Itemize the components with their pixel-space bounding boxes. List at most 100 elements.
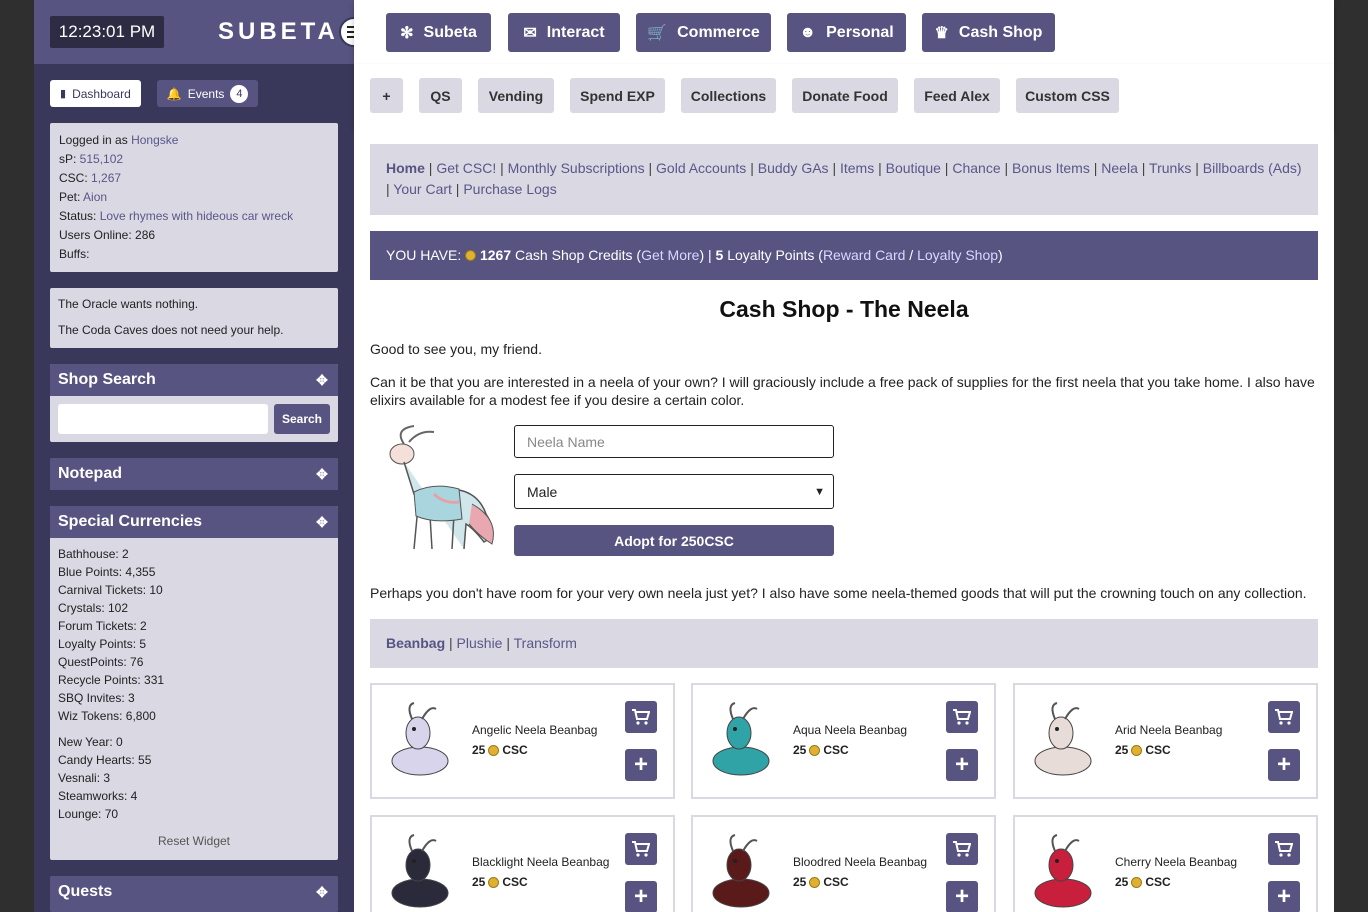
- breadcrumb-link[interactable]: Your Cart: [393, 181, 452, 197]
- product-name: Angelic Neela Beanbag: [472, 723, 598, 737]
- quick-links-bar: + QS Vending Spend EXP Collections Donat…: [354, 64, 1334, 128]
- adopt-button[interactable]: Adopt for 250CSC: [514, 525, 834, 556]
- event-currency-item: Steamworks: 4: [58, 789, 138, 803]
- add-to-wishlist-button[interactable]: +: [946, 749, 978, 781]
- product-card: Arid Neela Beanbag 25 CSC +: [1013, 683, 1318, 799]
- shop-search-header[interactable]: Shop Search ✥: [50, 364, 338, 396]
- add-to-cart-button[interactable]: [1268, 833, 1300, 865]
- site-logo[interactable]: SUBETA: [218, 16, 339, 48]
- csc-value[interactable]: 1,267: [91, 171, 121, 185]
- quicklink-qs[interactable]: QS: [419, 78, 462, 113]
- coin-icon: [488, 744, 500, 756]
- product-card: Aqua Neela Beanbag 25 CSC +: [691, 683, 996, 799]
- notices-panel: The Oracle wants nothing. The Coda Caves…: [50, 288, 338, 348]
- nav-subeta[interactable]: ✻ Subeta: [386, 13, 491, 52]
- add-to-cart-button[interactable]: [946, 833, 978, 865]
- notepad-header[interactable]: Notepad ✥: [50, 458, 338, 490]
- quicklink-donate-food[interactable]: Donate Food: [792, 78, 898, 113]
- add-to-cart-button[interactable]: [625, 701, 657, 733]
- chat-icon: ✉: [523, 24, 537, 42]
- breadcrumb-link[interactable]: Monthly Subscriptions: [508, 160, 645, 176]
- add-to-wishlist-button[interactable]: +: [625, 749, 657, 781]
- plus-icon: +: [954, 883, 969, 910]
- breadcrumb-link[interactable]: Get CSC!: [436, 160, 496, 176]
- shop-search-input[interactable]: [58, 404, 268, 434]
- move-icon[interactable]: ✥: [314, 372, 330, 388]
- breadcrumb-link[interactable]: Items: [840, 160, 874, 176]
- tab-beanbag[interactable]: Beanbag: [386, 635, 445, 651]
- breadcrumb-link[interactable]: Bonus Items: [1012, 160, 1090, 176]
- reset-widget-link[interactable]: Reset Widget: [50, 834, 338, 848]
- breadcrumb-link[interactable]: Neela: [1101, 160, 1138, 176]
- add-to-cart-button[interactable]: [946, 701, 978, 733]
- user-info-panel: Logged in as Hongske sP: 515,102 CSC: 1,…: [50, 123, 338, 272]
- currency-item: Wiz Tokens: 6,800: [58, 709, 156, 723]
- breadcrumb-link[interactable]: Gold Accounts: [656, 160, 746, 176]
- top-navigation: ✻ Subeta ✉ Interact 🛒 Commerce ☻ Persona…: [354, 0, 1334, 64]
- status-text[interactable]: Love rhymes with hideous car wreck: [100, 209, 293, 223]
- main-content: Home | Get CSC! | Monthly Subscriptions …: [354, 128, 1334, 912]
- breadcrumb-link[interactable]: Billboards (Ads): [1203, 160, 1302, 176]
- search-button[interactable]: Search: [274, 404, 330, 434]
- add-to-wishlist-button[interactable]: +: [946, 881, 978, 912]
- add-to-cart-button[interactable]: [625, 833, 657, 865]
- nav-personal[interactable]: ☻ Personal: [787, 13, 906, 52]
- cart-icon: [953, 841, 971, 857]
- quicklink-spend-exp[interactable]: Spend EXP: [570, 78, 665, 113]
- get-more-link[interactable]: Get More: [641, 247, 699, 263]
- pet-link[interactable]: Aion: [83, 190, 107, 204]
- product-name: Aqua Neela Beanbag: [793, 723, 908, 737]
- reward-card-link[interactable]: Reward Card: [823, 247, 905, 263]
- nav-interact[interactable]: ✉ Interact: [508, 13, 620, 52]
- breadcrumb-link[interactable]: Buddy GAs: [758, 160, 829, 176]
- quicklink-vending[interactable]: Vending: [478, 78, 554, 113]
- move-icon[interactable]: ✥: [314, 514, 330, 530]
- nav-commerce[interactable]: 🛒 Commerce: [636, 13, 771, 52]
- quests-title: Quests: [58, 883, 113, 900]
- loyalty-shop-link[interactable]: Loyalty Shop: [917, 247, 998, 263]
- neela-name-input[interactable]: [514, 425, 834, 458]
- add-to-wishlist-button[interactable]: +: [1268, 749, 1300, 781]
- quests-header[interactable]: Quests ✥: [50, 876, 338, 908]
- add-to-wishlist-button[interactable]: +: [1268, 881, 1300, 912]
- quicklink-collections[interactable]: Collections: [681, 78, 776, 113]
- cart-icon: [1275, 709, 1293, 725]
- breadcrumb-link[interactable]: Trunks: [1149, 160, 1191, 176]
- currency-item: SBQ Invites: 3: [58, 691, 135, 705]
- nav-cash-shop[interactable]: ♛ Cash Shop: [922, 13, 1055, 52]
- username-link[interactable]: Hongske: [131, 133, 178, 147]
- bell-icon: 🔔: [166, 86, 182, 101]
- price-currency: CSC: [502, 743, 528, 757]
- tab-transform[interactable]: Transform: [514, 635, 577, 651]
- gender-select[interactable]: Male ▼: [514, 474, 834, 509]
- nav-cash-shop-label: Cash Shop: [958, 23, 1043, 41]
- event-currency-item: Lounge: 70: [58, 807, 119, 821]
- breadcrumb-link[interactable]: Purchase Logs: [463, 181, 556, 197]
- breadcrumb-link[interactable]: Chance: [952, 160, 1000, 176]
- sp-value[interactable]: 515,102: [80, 152, 123, 166]
- cart-icon: [953, 709, 971, 725]
- tab-dashboard[interactable]: ▮ Dashboard: [50, 80, 141, 107]
- special-currencies-widget: Special Currencies ✥ Bathhouse: 2 Blue Po…: [50, 506, 338, 860]
- users-online: Users Online: 286: [59, 228, 156, 242]
- special-currencies-title: Special Currencies: [58, 513, 203, 530]
- move-icon[interactable]: ✥: [314, 466, 330, 482]
- special-currencies-header[interactable]: Special Currencies ✥: [50, 506, 338, 538]
- price-value: 25: [1115, 743, 1129, 757]
- breadcrumb-link[interactable]: Boutique: [886, 160, 941, 176]
- product-name: Cherry Neela Beanbag: [1115, 855, 1238, 869]
- add-to-wishlist-button[interactable]: +: [625, 881, 657, 912]
- quicklink-add[interactable]: +: [370, 78, 403, 113]
- neela-image: [389, 425, 494, 550]
- quicklink-custom-css[interactable]: Custom CSS: [1016, 78, 1119, 113]
- tab-plushie[interactable]: Plushie: [457, 635, 503, 651]
- nav-personal-label: Personal: [826, 23, 894, 41]
- breadcrumb-link[interactable]: Home: [386, 160, 425, 176]
- tab-events[interactable]: 🔔 Events 4: [156, 80, 259, 107]
- balance-bar: YOU HAVE: 1267 Cash Shop Credits (Get Mo…: [370, 231, 1318, 280]
- add-to-cart-button[interactable]: [1268, 701, 1300, 733]
- product-name: Arid Neela Beanbag: [1115, 723, 1223, 737]
- quicklink-feed-alex[interactable]: Feed Alex: [914, 78, 1000, 113]
- shop-search-title: Shop Search: [58, 371, 156, 388]
- move-icon[interactable]: ✥: [314, 884, 330, 900]
